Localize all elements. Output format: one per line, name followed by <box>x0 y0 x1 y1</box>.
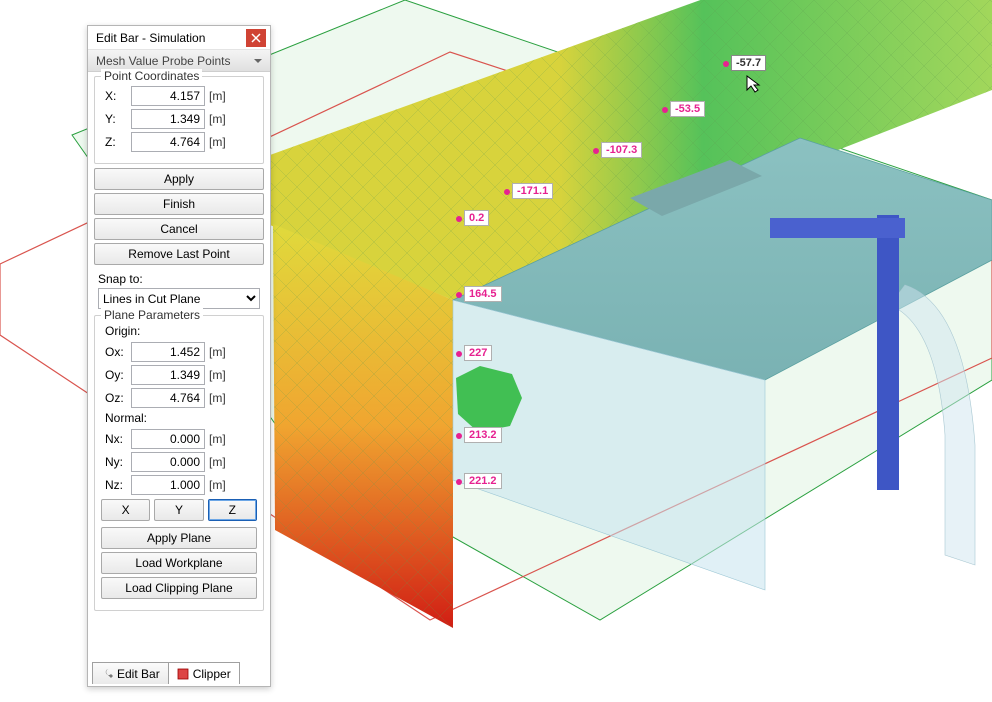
point-coordinates-group: Point Coordinates X: [m] Y: [m] Z: [m] <box>94 76 264 164</box>
titlebar: Edit Bar - Simulation <box>88 26 270 50</box>
probe-label: -53.5 <box>670 101 705 117</box>
y-unit: [m] <box>209 112 226 126</box>
axis-z-button[interactable]: Z <box>208 499 257 521</box>
close-icon <box>251 33 261 43</box>
ny-unit: [m] <box>209 455 226 469</box>
nx-unit: [m] <box>209 432 226 446</box>
ox-unit: [m] <box>209 345 226 359</box>
load-workplane-button[interactable]: Load Workplane <box>101 552 257 574</box>
z-unit: [m] <box>209 135 226 149</box>
nz-label: Nz: <box>101 478 131 492</box>
probe-dot <box>456 216 462 222</box>
probe-dot <box>662 107 668 113</box>
x-unit: [m] <box>209 89 226 103</box>
probe-dot <box>723 61 729 67</box>
probe-label: 213.2 <box>464 427 502 443</box>
tab-editbar-label: Edit Bar <box>117 667 160 681</box>
bottom-tabs: Edit Bar Clipper <box>92 662 239 684</box>
nx-label: Nx: <box>101 432 131 446</box>
y-input[interactable] <box>131 109 205 129</box>
axis-x-button[interactable]: X <box>101 499 150 521</box>
oy-input[interactable] <box>131 365 205 385</box>
oz-unit: [m] <box>209 391 226 405</box>
probe-dot <box>456 433 462 439</box>
probe-label: 221.2 <box>464 473 502 489</box>
probe-label: 164.5 <box>464 286 502 302</box>
cancel-button[interactable]: Cancel <box>94 218 264 240</box>
oz-label: Oz: <box>101 391 131 405</box>
probe-label: 227 <box>464 345 492 361</box>
ny-label: Ny: <box>101 455 131 469</box>
apply-button[interactable]: Apply <box>94 168 264 190</box>
mode-dropdown-label: Mesh Value Probe Points <box>96 54 231 68</box>
nx-input[interactable] <box>131 429 205 449</box>
axis-y-button[interactable]: Y <box>154 499 203 521</box>
oz-input[interactable] <box>131 388 205 408</box>
point-coords-legend: Point Coordinates <box>101 69 202 83</box>
finish-button[interactable]: Finish <box>94 193 264 215</box>
nz-unit: [m] <box>209 478 226 492</box>
x-input[interactable] <box>131 86 205 106</box>
close-button[interactable] <box>246 29 266 47</box>
tab-clipper-label: Clipper <box>193 667 231 681</box>
plane-parameters-group: Plane Parameters Origin: Ox: [m] Oy: [m]… <box>94 315 264 611</box>
tab-editbar[interactable]: Edit Bar <box>92 662 169 684</box>
probe-dot <box>593 148 599 154</box>
oy-unit: [m] <box>209 368 226 382</box>
ny-input[interactable] <box>131 452 205 472</box>
clipper-icon <box>177 668 189 680</box>
z-label: Z: <box>101 135 131 149</box>
probe-dot <box>504 189 510 195</box>
nz-input[interactable] <box>131 475 205 495</box>
z-input[interactable] <box>131 132 205 152</box>
editbar-panel: Edit Bar - Simulation Mesh Value Probe P… <box>87 25 271 687</box>
probe-label: -107.3 <box>601 142 642 158</box>
wrench-icon <box>101 668 113 680</box>
mouse-cursor-icon <box>745 74 767 96</box>
oy-label: Oy: <box>101 368 131 382</box>
snap-select[interactable]: Lines in Cut Plane <box>98 288 260 309</box>
probe-dot <box>456 479 462 485</box>
remove-last-button[interactable]: Remove Last Point <box>94 243 264 265</box>
ox-input[interactable] <box>131 342 205 362</box>
titlebar-text: Edit Bar - Simulation <box>96 31 246 45</box>
snap-label: Snap to: <box>94 268 264 288</box>
probe-dot <box>456 292 462 298</box>
probe-label: 0.2 <box>464 210 489 226</box>
normal-label: Normal: <box>105 411 257 425</box>
origin-label: Origin: <box>105 324 257 338</box>
load-clipping-button[interactable]: Load Clipping Plane <box>101 577 257 599</box>
plane-legend: Plane Parameters <box>101 308 203 322</box>
y-label: Y: <box>101 112 131 126</box>
apply-plane-button[interactable]: Apply Plane <box>101 527 257 549</box>
ox-label: Ox: <box>101 345 131 359</box>
probe-dot <box>456 351 462 357</box>
tab-clipper[interactable]: Clipper <box>168 662 240 684</box>
probe-label: -57.7 <box>731 55 766 71</box>
probe-label: -171.1 <box>512 183 553 199</box>
x-label: X: <box>101 89 131 103</box>
